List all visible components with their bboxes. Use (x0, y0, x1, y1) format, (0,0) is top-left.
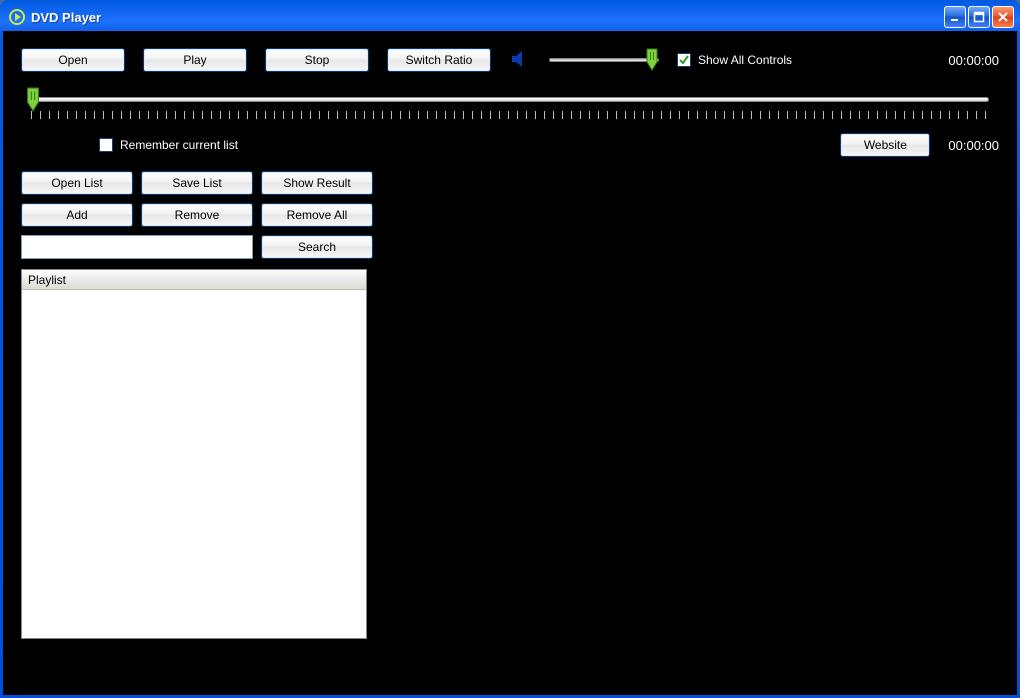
play-button[interactable]: Play (143, 48, 247, 72)
open-list-button[interactable]: Open List (21, 171, 133, 195)
remove-all-button[interactable]: Remove All (261, 203, 373, 227)
show-all-controls-label: Show All Controls (698, 53, 792, 67)
titlebar[interactable]: DVD Player (3, 3, 1017, 31)
remember-list-label: Remember current list (120, 138, 238, 152)
main-toolbar: Open Play Stop Switch Ratio Show All Con… (21, 45, 999, 75)
volume-thumb[interactable] (645, 48, 659, 72)
checkbox-icon (99, 138, 113, 152)
stop-button[interactable]: Stop (265, 48, 369, 72)
app-icon (9, 9, 25, 25)
add-button[interactable]: Add (21, 203, 133, 227)
volume-track (549, 58, 659, 62)
elapsed-time: 00:00:00 (948, 53, 999, 68)
close-button[interactable] (992, 6, 1014, 28)
maximize-button[interactable] (968, 6, 990, 28)
window-controls (944, 6, 1014, 28)
seek-track (31, 97, 989, 102)
app-window: DVD Player Open Play Stop Switch Ratio (0, 0, 1020, 698)
speaker-icon (509, 48, 531, 73)
show-result-button[interactable]: Show Result (261, 171, 373, 195)
search-input[interactable] (21, 235, 253, 259)
minimize-button[interactable] (944, 6, 966, 28)
playlist-toolbar: Open List Save List Show Result Add Remo… (21, 171, 999, 259)
volume-slider[interactable] (549, 50, 659, 70)
open-button[interactable]: Open (21, 48, 125, 72)
show-all-controls-checkbox[interactable]: Show All Controls (677, 53, 792, 67)
seek-ticks (31, 111, 989, 119)
playlist-header[interactable]: Playlist (22, 270, 366, 290)
playlist-body[interactable] (22, 290, 366, 638)
seek-thumb[interactable] (25, 87, 41, 113)
secondary-row: Remember current list Website 00:00:00 (21, 131, 999, 159)
checkbox-icon (677, 53, 691, 67)
total-time: 00:00:00 (948, 138, 999, 153)
seek-bar[interactable] (21, 87, 999, 127)
switch-ratio-button[interactable]: Switch Ratio (387, 48, 491, 72)
remove-button[interactable]: Remove (141, 203, 253, 227)
website-button[interactable]: Website (840, 133, 930, 157)
save-list-button[interactable]: Save List (141, 171, 253, 195)
playlist-panel: Playlist (21, 269, 367, 639)
window-title: DVD Player (31, 10, 944, 25)
search-button[interactable]: Search (261, 235, 373, 259)
client-area: Open Play Stop Switch Ratio Show All Con… (3, 31, 1017, 695)
remember-list-checkbox[interactable]: Remember current list (99, 138, 238, 152)
